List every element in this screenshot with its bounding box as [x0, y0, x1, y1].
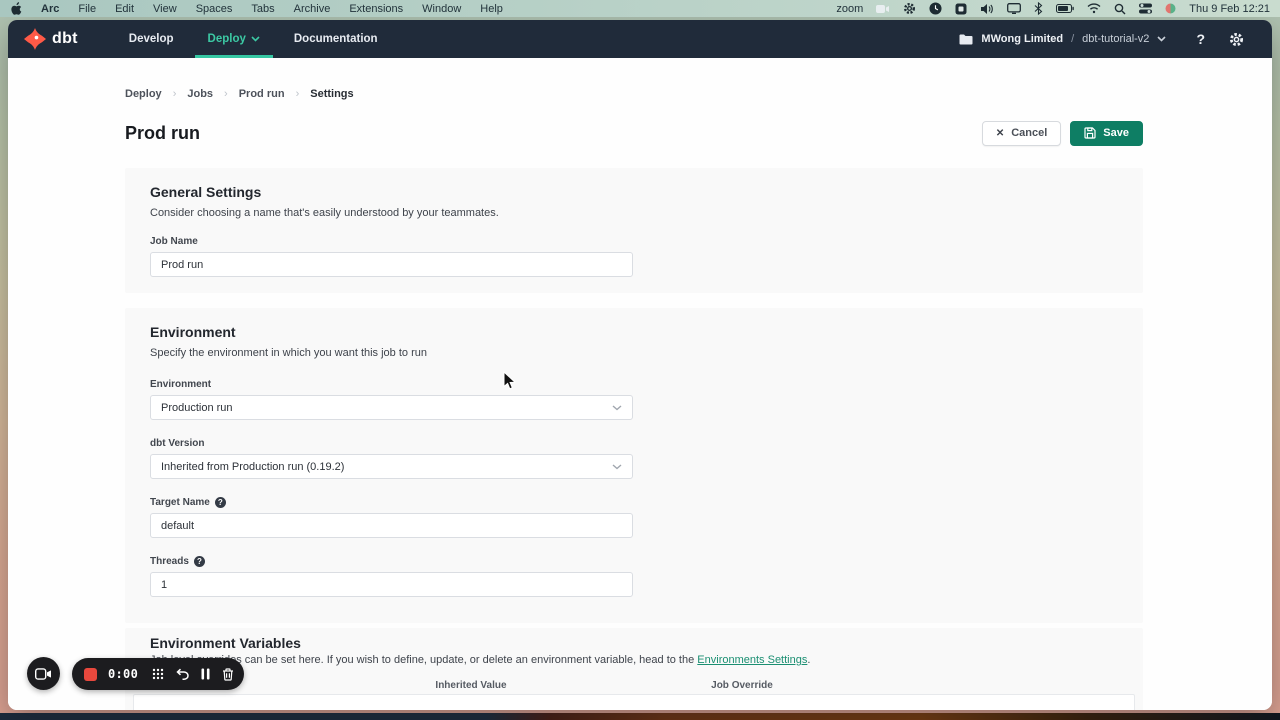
- recording-indicator-icon[interactable]: [1165, 3, 1176, 14]
- job-settings-page: Deploy › Jobs › Prod run › Settings Prod…: [8, 58, 1272, 710]
- zoom-status-label[interactable]: zoom: [836, 3, 863, 15]
- target-name-label: Target Name: [150, 497, 210, 508]
- restart-recording-icon[interactable]: [176, 668, 189, 680]
- breadcrumb: Deploy › Jobs › Prod run › Settings: [125, 88, 1143, 100]
- cancel-button[interactable]: ✕ Cancel: [982, 121, 1061, 146]
- battery-icon[interactable]: [1056, 4, 1074, 13]
- chevron-down-icon: [612, 405, 622, 411]
- project-selector[interactable]: dbt-tutorial-v2: [1082, 33, 1149, 45]
- help-circle-icon[interactable]: ?: [194, 556, 205, 567]
- section-title-general: General Settings: [150, 168, 1118, 200]
- chevron-down-icon[interactable]: [1157, 36, 1166, 42]
- column-header-job-override: Job Override: [662, 680, 822, 691]
- volume-icon[interactable]: [980, 3, 994, 15]
- breadcrumb-deploy[interactable]: Deploy: [125, 88, 162, 100]
- breadcrumb-separator: ›: [296, 88, 300, 100]
- breadcrumb-prod-run[interactable]: Prod run: [239, 88, 285, 100]
- page-title: Prod run: [125, 123, 200, 144]
- nav-deploy[interactable]: Deploy: [191, 20, 277, 58]
- wifi-icon[interactable]: [1087, 3, 1101, 14]
- threads-label: Threads: [150, 556, 189, 567]
- general-settings-section: General Settings Consider choosing a nam…: [125, 168, 1143, 293]
- stop-recording-button[interactable]: [84, 668, 97, 681]
- menu-view[interactable]: View: [153, 3, 177, 15]
- job-name-input[interactable]: [150, 252, 633, 277]
- save-button[interactable]: Save: [1070, 121, 1143, 146]
- video-camera-icon: [35, 668, 52, 680]
- folder-icon: [959, 34, 973, 45]
- browser-window: dbt Develop Deploy Documentation MWong L…: [8, 20, 1272, 710]
- display-icon[interactable]: [1007, 3, 1021, 14]
- menu-spaces[interactable]: Spaces: [196, 3, 233, 15]
- dbt-version-select[interactable]: Inherited from Production run (0.19.2): [150, 454, 633, 479]
- environment-section: Environment Specify the environment in w…: [125, 308, 1143, 623]
- dbt-logo-icon: [24, 28, 46, 50]
- settings-gear-icon[interactable]: [1229, 32, 1244, 47]
- menu-edit[interactable]: Edit: [115, 3, 134, 15]
- menu-window[interactable]: Window: [422, 3, 461, 15]
- help-icon[interactable]: ?: [1196, 31, 1205, 47]
- menu-archive[interactable]: Archive: [294, 3, 331, 15]
- drag-handle-icon[interactable]: [152, 668, 164, 680]
- menubar-clock[interactable]: Thu 9 Feb 12:21: [1189, 3, 1270, 15]
- account-name[interactable]: MWong Limited: [981, 33, 1063, 45]
- dbt-version-label: dbt Version: [150, 438, 1118, 449]
- env-vars-description: Job level overrides can be set here. If …: [150, 654, 1118, 666]
- breadcrumb-separator: ›: [173, 88, 177, 100]
- macos-menubar: Arc File Edit View Spaces Tabs Archive E…: [0, 0, 1280, 17]
- dbt-top-nav: dbt Develop Deploy Documentation MWong L…: [8, 20, 1272, 58]
- menu-help[interactable]: Help: [480, 3, 503, 15]
- clock-status-icon[interactable]: [929, 2, 942, 15]
- environment-variables-section: Environment Variables Job level override…: [125, 628, 1143, 710]
- section-title-environment: Environment: [150, 308, 1118, 340]
- pause-recording-icon[interactable]: [201, 668, 210, 680]
- chevron-down-icon: [251, 36, 260, 42]
- control-center-icon[interactable]: [1139, 3, 1152, 14]
- menubar-app-name[interactable]: Arc: [41, 3, 59, 15]
- gear-status-icon[interactable]: [903, 2, 916, 15]
- menu-extensions[interactable]: Extensions: [349, 3, 403, 15]
- zoom-camera-icon[interactable]: [876, 4, 890, 14]
- bluetooth-icon[interactable]: [1034, 2, 1043, 15]
- general-description: Consider choosing a name that's easily u…: [150, 207, 1118, 219]
- breadcrumb-separator: ›: [224, 88, 228, 100]
- column-header-inherited-value: Inherited Value: [391, 680, 551, 691]
- dbt-logo-text: dbt: [52, 30, 78, 48]
- breadcrumb-settings: Settings: [310, 88, 353, 100]
- delete-recording-icon[interactable]: [222, 668, 234, 681]
- close-icon: ✕: [996, 128, 1004, 139]
- save-disk-icon: [1084, 127, 1096, 139]
- env-vars-table-row[interactable]: [133, 694, 1135, 710]
- box-app-icon[interactable]: [955, 3, 967, 15]
- help-circle-icon[interactable]: ?: [215, 497, 226, 508]
- account-project-separator: /: [1071, 33, 1074, 45]
- environment-label: Environment: [150, 379, 1118, 390]
- nav-documentation[interactable]: Documentation: [277, 20, 395, 58]
- menu-file[interactable]: File: [78, 3, 96, 15]
- dbt-logo[interactable]: dbt: [24, 28, 78, 50]
- environment-description: Specify the environment in which you wan…: [150, 347, 1118, 359]
- section-title-env-vars: Environment Variables: [150, 628, 1118, 651]
- target-name-input[interactable]: [150, 513, 633, 538]
- menu-tabs[interactable]: Tabs: [251, 3, 274, 15]
- breadcrumb-jobs[interactable]: Jobs: [187, 88, 213, 100]
- threads-input[interactable]: [150, 572, 633, 597]
- recording-toolbar: 0:00: [72, 658, 244, 690]
- camera-bubble-button[interactable]: [27, 657, 60, 690]
- recording-timer: 0:00: [108, 667, 138, 681]
- environments-settings-link[interactable]: Environments Settings: [697, 654, 807, 666]
- chevron-down-icon: [612, 464, 622, 470]
- desktop-bottom-edge: [0, 713, 1280, 720]
- job-name-label: Job Name: [150, 236, 1118, 247]
- apple-icon[interactable]: [10, 2, 22, 16]
- spotlight-search-icon[interactable]: [1114, 3, 1126, 15]
- nav-develop[interactable]: Develop: [112, 20, 191, 58]
- environment-select[interactable]: Production run: [150, 395, 633, 420]
